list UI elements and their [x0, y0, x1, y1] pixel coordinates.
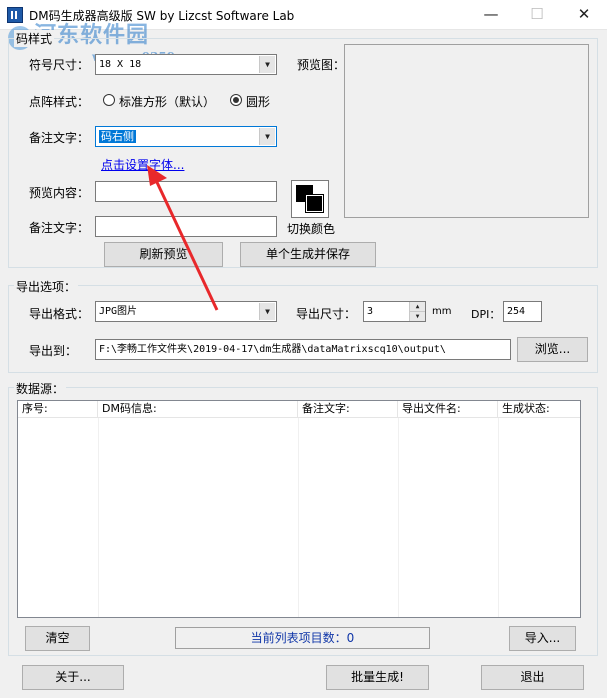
- note-text-label: 备注文字：: [29, 221, 90, 235]
- refresh-preview-button[interactable]: 刷新预览: [104, 242, 223, 267]
- export-size-unit: mm: [432, 306, 452, 317]
- import-button[interactable]: 导入...: [509, 626, 576, 651]
- code-style-group-title: 码样式: [14, 30, 55, 47]
- about-button[interactable]: 关于...: [22, 665, 124, 690]
- dot-style-circle-label[interactable]: 圆形: [246, 93, 270, 110]
- clear-button[interactable]: 清空: [25, 626, 90, 651]
- export-size-stepper[interactable]: 3 ▲ ▼: [363, 301, 426, 322]
- chevron-down-icon: ▼: [259, 128, 275, 145]
- export-size-value: 3: [367, 306, 374, 317]
- note-position-value: 码右侧: [99, 130, 136, 143]
- dot-style-circle-radio[interactable]: [230, 94, 242, 106]
- table-header: 序号: DM码信息: 备注文字: 导出文件名: 生成状态:: [18, 401, 580, 418]
- column-divider: [398, 418, 399, 617]
- export-size-label: 导出尺寸：: [296, 307, 357, 321]
- export-options-title: 导出选项：: [14, 278, 79, 295]
- datasource-title: 数据源：: [14, 380, 67, 397]
- symbol-size-select[interactable]: 18 X 18 ▼: [95, 54, 277, 75]
- export-format-select[interactable]: JPG图片 ▼: [95, 301, 277, 322]
- item-count-status: 当前列表项目数：0: [175, 627, 430, 649]
- switch-color-label[interactable]: 切换颜色: [287, 220, 335, 237]
- note-text-input[interactable]: [95, 216, 277, 237]
- chevron-down-icon: ▼: [259, 56, 275, 73]
- note-position-label: 备注文字：: [29, 131, 90, 145]
- column-header-status[interactable]: 生成状态:: [498, 401, 580, 418]
- color-swatch-button[interactable]: [291, 180, 329, 218]
- symbol-size-label: 符号尺寸：: [29, 58, 90, 72]
- column-header-note[interactable]: 备注文字:: [298, 401, 398, 418]
- column-divider: [498, 418, 499, 617]
- export-path-label: 导出到：: [29, 344, 78, 358]
- close-icon[interactable]: ✕: [561, 0, 607, 30]
- dpi-input[interactable]: 254: [503, 301, 542, 322]
- preview-label: 预览图：: [297, 58, 346, 72]
- dpi-label: DPI：: [471, 308, 501, 321]
- symbol-size-value: 18 X 18: [99, 59, 142, 70]
- dot-style-label: 点阵样式：: [29, 95, 90, 109]
- export-path-input[interactable]: F:\李畅工作文件夹\2019-04-17\dm生成器\dataMatrixsc…: [95, 339, 511, 360]
- spin-down-icon[interactable]: ▼: [410, 311, 425, 321]
- export-format-label: 导出格式：: [29, 307, 90, 321]
- column-header-filename[interactable]: 导出文件名:: [398, 401, 498, 418]
- datasource-table[interactable]: 序号: DM码信息: 备注文字: 导出文件名: 生成状态:: [17, 400, 581, 618]
- minimize-icon[interactable]: —: [468, 0, 514, 30]
- preview-content-label: 预览内容：: [29, 186, 90, 200]
- chevron-down-icon: ▼: [259, 303, 275, 320]
- batch-generate-button[interactable]: 批量生成!: [326, 665, 429, 690]
- preview-image: [344, 44, 589, 218]
- single-generate-save-button[interactable]: 单个生成并保存: [240, 242, 376, 267]
- column-divider: [298, 418, 299, 617]
- exit-button[interactable]: 退出: [481, 665, 584, 690]
- dot-style-square-radio[interactable]: [103, 94, 115, 106]
- spin-up-icon[interactable]: ▲: [410, 302, 425, 312]
- preview-content-input[interactable]: [95, 181, 277, 202]
- app-icon: [7, 7, 23, 23]
- column-header-dm-info[interactable]: DM码信息:: [98, 401, 298, 418]
- column-header-index[interactable]: 序号:: [18, 401, 98, 418]
- export-format-value: JPG图片: [99, 306, 138, 317]
- browse-button[interactable]: 浏览...: [517, 337, 588, 362]
- background-color-icon: [305, 194, 324, 213]
- maximize-icon[interactable]: ☐: [514, 0, 560, 30]
- dot-style-square-label[interactable]: 标准方形（默认）: [119, 93, 215, 110]
- font-settings-link[interactable]: 点击设置字体...: [101, 156, 184, 173]
- column-divider: [98, 418, 99, 617]
- note-position-select[interactable]: 码右侧 ▼: [95, 126, 277, 147]
